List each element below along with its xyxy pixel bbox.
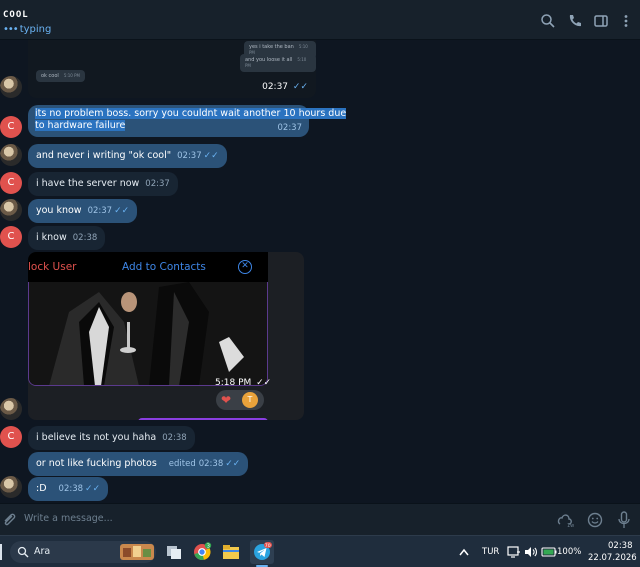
attach-paperclip-icon[interactable] bbox=[2, 512, 16, 528]
message-text: i know bbox=[36, 232, 67, 243]
message-time: 02:37 bbox=[145, 179, 170, 189]
message-bubble[interactable]: you know 02:37 ✓✓ bbox=[28, 199, 138, 223]
movie-still-image bbox=[29, 282, 267, 385]
message-time: 02:38 bbox=[58, 484, 84, 494]
message-bubble-selected[interactable]: its no problem boss. sorry you couldnt w… bbox=[28, 105, 347, 137]
commands-bot-icon[interactable]: 1w bbox=[556, 512, 574, 528]
message-time: 02:38 bbox=[198, 459, 224, 469]
file-explorer-icon[interactable] bbox=[221, 542, 241, 562]
message-text: i believe its not you haha bbox=[36, 432, 157, 443]
more-menu-icon[interactable] bbox=[618, 13, 634, 29]
start-edge bbox=[0, 544, 2, 560]
search-label: Ara bbox=[34, 546, 51, 557]
taskbar-search-box[interactable]: Ara bbox=[10, 541, 156, 563]
message-bubble[interactable]: and never i writing "ok cool" 02:37 ✓✓ bbox=[28, 144, 227, 168]
avatar-contact[interactable]: C bbox=[0, 226, 22, 248]
message-bubble[interactable]: or not like fucking photos edited 02:38 ✓✓ bbox=[28, 452, 249, 476]
message-time: 02:37 bbox=[177, 151, 202, 161]
avatar-self[interactable] bbox=[0, 144, 22, 166]
message-text: to hardware failure bbox=[35, 120, 126, 131]
chat-header[interactable]: COOL ••• typing bbox=[0, 0, 640, 40]
read-checkmarks-icon: ✓✓ bbox=[85, 484, 101, 494]
add-to-contacts-text: Add to Contacts bbox=[122, 261, 206, 273]
read-checkmarks-icon: ✓✓ bbox=[114, 206, 130, 216]
preview-outgoing-message: and you loose it all 5:10 PM bbox=[240, 54, 316, 72]
avatar-contact[interactable]: C bbox=[0, 172, 22, 194]
phone-call-icon[interactable] bbox=[567, 13, 583, 29]
search-icon bbox=[17, 546, 29, 558]
message-bubble[interactable]: i know 02:38 bbox=[28, 226, 106, 250]
message-text: i have the server now bbox=[36, 178, 140, 189]
contact-action-bar: lock User Add to Contacts ✕ bbox=[28, 252, 268, 282]
chat-title: COOL bbox=[3, 10, 29, 20]
emoji-icon[interactable] bbox=[587, 512, 603, 528]
message-text: :D bbox=[36, 483, 47, 494]
avatar-self[interactable] bbox=[0, 398, 22, 420]
avatar-contact[interactable]: C bbox=[0, 426, 22, 448]
read-checkmarks-icon: ✓✓ bbox=[203, 151, 219, 161]
block-user-text: lock User bbox=[28, 261, 77, 273]
battery-percentage: 100% bbox=[557, 547, 582, 557]
reaction-pill[interactable]: ❤ T bbox=[216, 390, 264, 410]
sidebar-toggle-icon[interactable] bbox=[593, 13, 609, 29]
read-checkmarks-icon: ✓✓ bbox=[256, 378, 272, 388]
message-text: its no problem boss. sorry you couldnt w… bbox=[35, 108, 347, 119]
screenshot-image-message[interactable]: lock User Add to Contacts ✕ 5:18 PM ✓✓ ❤… bbox=[28, 252, 304, 420]
chrome-icon[interactable]: 3 bbox=[192, 542, 212, 562]
chevron-up-icon[interactable] bbox=[459, 548, 469, 556]
message-bubble[interactable]: i believe its not you haha 02:38 bbox=[28, 426, 195, 450]
message-text: you know bbox=[36, 205, 82, 216]
input-language[interactable]: TUR bbox=[482, 547, 499, 557]
telegram-window: COOL ••• typing yes i take the ban 5:10 PM… bbox=[0, 0, 640, 535]
read-checkmarks-icon: ✓✓ bbox=[225, 459, 241, 469]
message-composer[interactable]: Write a message... 1w bbox=[0, 503, 640, 535]
close-circle-icon: ✕ bbox=[238, 260, 252, 274]
reaction-user-avatar: T bbox=[242, 392, 258, 408]
message-text: or not like fucking photos bbox=[36, 458, 157, 469]
network-icon[interactable] bbox=[507, 546, 521, 558]
search-icon[interactable] bbox=[540, 13, 556, 29]
telegram-icon[interactable]: 70 bbox=[252, 542, 272, 562]
avatar-self[interactable] bbox=[0, 76, 22, 98]
avatar-self[interactable] bbox=[0, 199, 22, 221]
svg-text:1w: 1w bbox=[567, 523, 574, 528]
avatar-self[interactable] bbox=[0, 476, 22, 498]
typing-status: ••• typing bbox=[3, 24, 52, 35]
search-highlight-image bbox=[120, 544, 154, 560]
preview-incoming-message: ok cool 5:10 PM bbox=[36, 70, 85, 82]
microphone-icon[interactable] bbox=[617, 511, 631, 529]
battery-charging-icon[interactable] bbox=[541, 546, 557, 558]
avatar-contact[interactable]: C bbox=[0, 116, 22, 138]
clock-time[interactable]: 02:38 bbox=[608, 541, 633, 551]
message-bubble[interactable]: :D 02:38 ✓✓ bbox=[28, 477, 109, 501]
message-bubble[interactable]: i have the server now 02:37 bbox=[28, 172, 178, 196]
volume-icon[interactable] bbox=[524, 546, 538, 558]
message-time: 02:37 bbox=[277, 123, 303, 133]
message-input[interactable]: Write a message... bbox=[24, 513, 113, 524]
clock-date[interactable]: 22.07.2026 bbox=[588, 553, 637, 563]
media-timestamp: 5:18 PM ✓✓ bbox=[215, 378, 272, 388]
message-text: and never i writing "ok cool" bbox=[36, 150, 172, 161]
message-time: 02:38 bbox=[162, 433, 187, 443]
svg-text:3: 3 bbox=[207, 543, 210, 549]
windows-taskbar: Ara 3 70 TUR 100% 02:38 22.07.2026 bbox=[0, 535, 640, 567]
message-time: 02:37 bbox=[87, 206, 113, 216]
message-time: 02:38 bbox=[72, 233, 98, 243]
edited-label: edited bbox=[168, 459, 196, 469]
next-media-preview bbox=[138, 418, 268, 420]
read-checkmarks-icon: ✓✓ bbox=[292, 82, 308, 92]
message-list[interactable]: yes i take the ban 5:10 PM and you loose … bbox=[0, 40, 640, 503]
heart-reaction-icon: ❤ bbox=[221, 393, 232, 407]
task-view-icon[interactable] bbox=[164, 542, 184, 562]
screenshot-image-message[interactable]: yes i take the ban 5:10 PM and you loose … bbox=[28, 40, 316, 98]
svg-text:70: 70 bbox=[265, 543, 271, 549]
message-timestamp: 02:37 ✓✓ bbox=[262, 82, 308, 92]
video-frame bbox=[28, 282, 268, 386]
